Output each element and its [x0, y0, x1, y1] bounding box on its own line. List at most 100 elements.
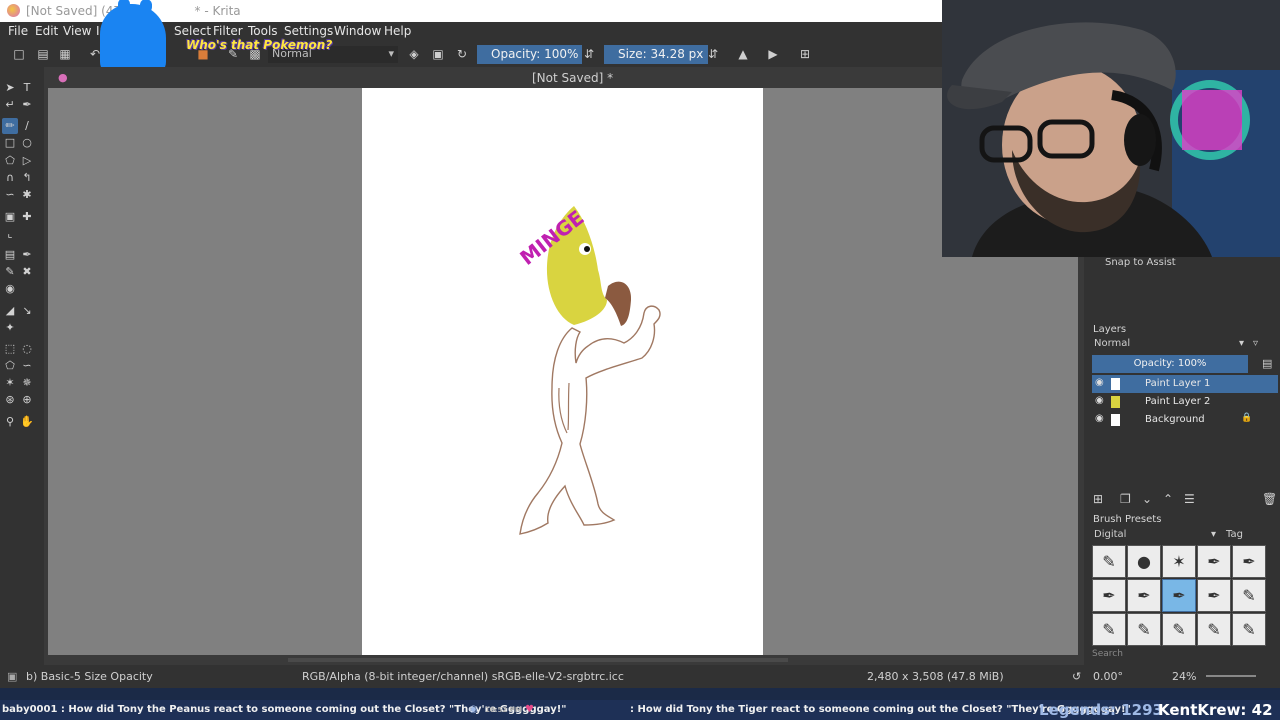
magnetic-selection-tool-icon[interactable]: ⊕ — [19, 392, 35, 408]
duplicate-layer-icon[interactable]: ❐ — [1120, 492, 1131, 506]
fill-tool-icon[interactable]: ◉ — [2, 281, 18, 297]
menu-window[interactable]: Window — [334, 24, 381, 38]
transform-tool-icon[interactable]: ▣ — [2, 209, 18, 225]
opacity-slider[interactable]: Opacity: 100% — [477, 45, 582, 64]
calligraphy-tool-icon[interactable]: ✒ — [19, 97, 35, 113]
open-document-icon[interactable]: ▤ — [36, 47, 50, 61]
brush-preset-tile[interactable]: ✒ — [1197, 579, 1231, 612]
menu-help[interactable]: Help — [384, 24, 411, 38]
brush-preset-tile[interactable]: ● — [1127, 545, 1161, 578]
ellipse-tool-icon[interactable]: ○ — [19, 135, 35, 151]
bezier-selection-tool-icon[interactable]: ⊛ — [2, 392, 18, 408]
elliptical-selection-tool-icon[interactable]: ◌ — [19, 341, 35, 357]
new-document-icon[interactable]: □ — [12, 47, 26, 61]
mirror-vertical-icon[interactable]: ▶ — [766, 47, 780, 61]
brush-preset-tile[interactable]: ✎ — [1092, 613, 1126, 646]
smart-patch-tool-icon[interactable]: ✖ — [19, 264, 35, 280]
brush-preset-tile[interactable]: ✒ — [1092, 579, 1126, 612]
polygonal-selection-tool-icon[interactable]: ⬠ — [2, 358, 18, 374]
text-tool-icon[interactable]: T — [19, 80, 35, 96]
reference-images-tool-icon[interactable]: ✦ — [2, 320, 18, 336]
visibility-eye-icon[interactable]: ◉ — [1095, 377, 1104, 388]
visibility-eye-icon[interactable]: ◉ — [1095, 395, 1104, 406]
brush-preset-tile[interactable]: ✎ — [1197, 613, 1231, 646]
add-layer-icon[interactable]: ⊞ — [1093, 492, 1103, 506]
brush-preset-tile[interactable]: ✎ — [1162, 613, 1196, 646]
freehand-path-tool-icon[interactable]: ↰ — [19, 170, 35, 186]
canvas-horizontal-scrollbar[interactable] — [48, 655, 1078, 665]
brush-preset-tile[interactable]: ✎ — [1232, 613, 1266, 646]
select-shapes-tool-icon[interactable]: ➤ — [2, 80, 18, 96]
layer-opacity-slider[interactable]: Opacity: 100% — [1092, 355, 1248, 373]
brush-preset-tile[interactable]: ✎ — [1232, 579, 1266, 612]
move-tool-icon[interactable]: ✚ — [19, 209, 35, 225]
layer-row[interactable]: ◉ Paint Layer 2 — [1092, 393, 1278, 411]
contiguous-selection-tool-icon[interactable]: ✶ — [2, 375, 18, 391]
pan-tool-icon[interactable]: ✋ — [19, 414, 35, 430]
rectangular-selection-tool-icon[interactable]: ⬚ — [2, 341, 18, 357]
eraser-mode-icon[interactable]: ◈ — [407, 47, 421, 61]
size-slider[interactable]: Size: 34.28 px — [604, 45, 708, 64]
visibility-eye-icon[interactable]: ◉ — [1095, 413, 1104, 424]
menu-edit[interactable]: Edit — [35, 24, 58, 38]
crop-tool-icon[interactable]: ⌞ — [2, 226, 18, 242]
wrap-around-icon[interactable]: ⊞ — [798, 47, 812, 61]
canvas-paper[interactable]: MINGE — [362, 88, 763, 655]
dynamic-brush-tool-icon[interactable]: ∽ — [2, 187, 18, 203]
menu-settings[interactable]: Settings — [284, 24, 333, 38]
brush-search-input[interactable]: Search — [1092, 649, 1268, 662]
rotate-icon[interactable]: ↺ — [1072, 670, 1081, 683]
layer-properties-icon[interactable]: ▤ — [1262, 357, 1272, 370]
colorize-mask-tool-icon[interactable]: ✎ — [2, 264, 18, 280]
brush-preset-tile-selected[interactable]: ✒ — [1162, 579, 1196, 612]
status-brush-name[interactable]: b) Basic-5 Size Opacity — [26, 670, 153, 683]
brush-preset-tile[interactable]: ✎ — [1127, 613, 1161, 646]
brush-tag-select[interactable]: Digital ▾ — [1092, 529, 1220, 543]
layer-row[interactable]: ◉ Background 🔒 — [1092, 411, 1278, 429]
scrollbar-thumb[interactable] — [288, 658, 788, 662]
menu-tools[interactable]: Tools — [248, 24, 278, 38]
reload-preset-icon[interactable]: ↻ — [455, 47, 469, 61]
polygon-tool-icon[interactable]: ⬠ — [2, 153, 18, 169]
brush-preset-tile[interactable]: ✒ — [1232, 545, 1266, 578]
menu-view[interactable]: View — [63, 24, 91, 38]
brush-preset-tile[interactable]: ✎ — [1092, 545, 1126, 578]
save-icon[interactable]: ▦ — [58, 47, 72, 61]
move-layer-down-icon[interactable]: ⌄ — [1142, 492, 1152, 506]
tag-button[interactable]: Tag — [1226, 529, 1243, 540]
menu-select[interactable]: Select — [174, 24, 211, 38]
similar-color-selection-tool-icon[interactable]: ✵ — [19, 375, 35, 391]
freehand-brush-tool-icon[interactable]: ✏ — [2, 118, 18, 134]
rectangle-tool-icon[interactable]: □ — [2, 135, 18, 151]
brush-preset-tile[interactable]: ✶ — [1162, 545, 1196, 578]
zoom-tool-icon[interactable]: ⚲ — [2, 414, 18, 430]
preserve-alpha-icon[interactable]: ▣ — [431, 47, 445, 61]
layer-menu-icon[interactable]: ☰ — [1184, 492, 1195, 506]
size-spin-icon[interactable]: ⇵ — [706, 47, 720, 61]
delete-layer-icon[interactable]: 🗑 — [1262, 492, 1277, 506]
lock-icon[interactable]: 🔒 — [1241, 413, 1252, 423]
gradient-tool-icon[interactable]: ▤ — [2, 247, 18, 263]
snap-to-assist-label[interactable]: Snap to Assist — [1105, 257, 1176, 268]
zoom-slider[interactable] — [1206, 675, 1256, 677]
move-layer-up-icon[interactable]: ⌃ — [1163, 492, 1173, 506]
brush-preset-tile[interactable]: ✒ — [1127, 579, 1161, 612]
canvas-area[interactable]: MINGE — [48, 88, 1078, 655]
layer-blend-select[interactable]: Normal ▾ — [1092, 338, 1248, 352]
menu-filter[interactable]: Filter — [213, 24, 243, 38]
status-zoom[interactable]: 24% — [1172, 670, 1196, 683]
line-tool-icon[interactable]: ∕ — [19, 118, 35, 134]
polyline-tool-icon[interactable]: ▷ — [19, 153, 35, 169]
document-tab-title[interactable]: [Not Saved] * — [532, 71, 613, 85]
edit-shapes-tool-icon[interactable]: ↵ — [2, 97, 18, 113]
measure-tool-icon[interactable]: ↘ — [19, 303, 35, 319]
menu-file[interactable]: File — [8, 24, 28, 38]
mirror-horizontal-icon[interactable]: ▲ — [736, 47, 750, 61]
opacity-spin-icon[interactable]: ⇵ — [582, 47, 596, 61]
assistant-tool-icon[interactable]: ◢ — [2, 303, 18, 319]
layer-filter-icon[interactable]: ▿ — [1253, 338, 1258, 349]
color-picker-tool-icon[interactable]: ✒ — [19, 247, 35, 263]
layer-row[interactable]: ◉ Paint Layer 1 — [1092, 375, 1278, 393]
status-rotation[interactable]: 0.00° — [1093, 670, 1123, 683]
multibrush-tool-icon[interactable]: ✱ — [19, 187, 35, 203]
